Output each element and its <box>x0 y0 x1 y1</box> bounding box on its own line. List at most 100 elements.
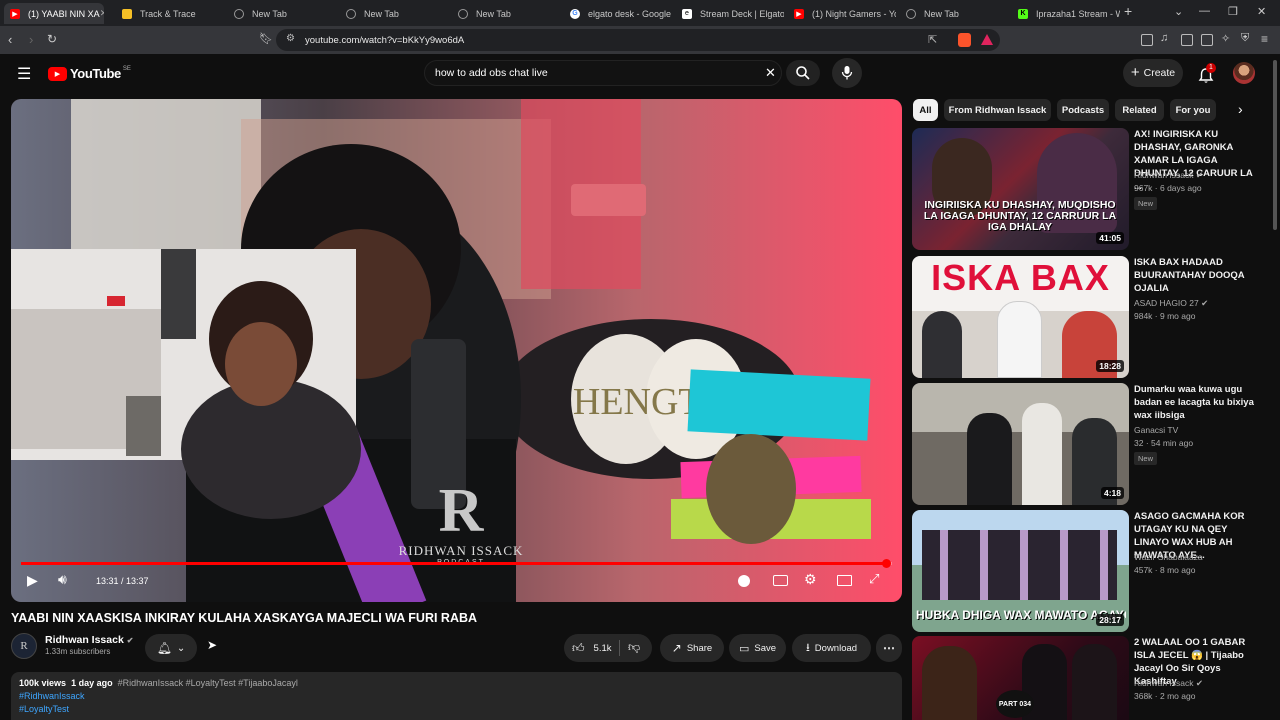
extensions-icon[interactable] <box>1141 34 1153 46</box>
duration-badge: 4:18 <box>1100 487 1124 499</box>
channel-name[interactable]: Ridhwan Issack <box>45 634 124 646</box>
search-box[interactable]: how to add obs chat live ✕ <box>424 60 782 86</box>
like-count[interactable]: 5.1k <box>594 643 612 654</box>
address-bar[interactable]: ⚙︎ youtube.com/watch?v=bKkYy9wo6dA ⇱ <box>276 29 1000 51</box>
description-box[interactable]: 100k views 1 day ago #RidhwanIssack #Loy… <box>11 672 902 720</box>
tab-label: Stream Deck | Elgato <box>700 8 784 19</box>
browser-tab[interactable]: ▶ (1) Night Gamers - Yo <box>788 3 896 24</box>
voice-search-button[interactable] <box>832 58 862 88</box>
view-count: 100k views <box>19 678 67 688</box>
wallet-icon[interactable] <box>1201 34 1213 46</box>
url-text[interactable]: youtube.com/watch?v=bKkYy9wo6dA <box>305 35 464 46</box>
video-thumbnail[interactable]: PART 034 <box>912 636 1129 720</box>
chip-related[interactable]: Related <box>1115 99 1164 121</box>
video-thumbnail[interactable]: 4:18 <box>912 383 1129 505</box>
search-input[interactable]: how to add obs chat live <box>435 67 548 79</box>
subtitles-icon[interactable] <box>773 575 788 586</box>
media-icon[interactable]: ♫ <box>1160 32 1168 44</box>
leo-icon[interactable]: ✧ <box>1221 32 1230 45</box>
browser-tab[interactable]: e Stream Deck | Elgato <box>676 3 784 24</box>
browser-tab[interactable]: G elgato desk - Google <box>564 3 672 24</box>
page-scrollbar[interactable] <box>1273 60 1277 230</box>
forward-icon[interactable]: › <box>29 32 33 47</box>
download-button[interactable]: ⭳ Download <box>792 634 871 662</box>
chevron-down-icon[interactable]: ⌄ <box>1174 5 1183 18</box>
play-icon[interactable]: ▶ <box>27 572 38 589</box>
hashtag-link[interactable]: #LoyaltyTest <box>19 703 894 716</box>
volume-icon[interactable]: 🔊︎ <box>58 571 67 588</box>
tab-label: New Tab <box>924 8 959 19</box>
tab-label: New Tab <box>476 8 511 19</box>
video-title[interactable]: ISKA BAX HADAAD BUURANTAHAY DOOQA OJALIA <box>1134 256 1262 295</box>
youtube-logo[interactable]: ▶ YouTube SE <box>48 66 131 81</box>
restore-icon[interactable]: ❐ <box>1228 5 1238 18</box>
recommended-video[interactable]: ISKA BAX 18:28 ISKA BAX HADAAD BUURANTAH… <box>912 256 1272 378</box>
hashtag-link[interactable]: #RidhwanIssack <box>19 690 894 703</box>
create-button[interactable]: + Create <box>1123 59 1183 87</box>
fullscreen-icon[interactable]: ⤢ <box>869 571 879 587</box>
notifications-button[interactable]: 1 <box>1197 63 1217 84</box>
menu-icon[interactable]: ≡ <box>1261 32 1268 46</box>
brave-rewards-icon[interactable] <box>981 34 993 45</box>
verified-icon: ✔︎ <box>1201 298 1209 308</box>
video-thumbnail[interactable]: ISKA BAX 18:28 <box>912 256 1129 378</box>
chip-for-you[interactable]: For you <box>1170 99 1216 121</box>
more-actions-button[interactable]: ⋯ <box>876 634 902 662</box>
video-meta: 984k · 9 mo ago <box>1134 311 1196 321</box>
close-window-icon[interactable]: ✕ <box>1257 5 1266 18</box>
browser-tab[interactable]: K Iprazaha1 Stream - W <box>1012 3 1120 24</box>
chevron-right-icon[interactable]: › <box>1238 101 1243 117</box>
duration-badge: 41:05 <box>1096 232 1124 244</box>
like-icon[interactable]: 👍︎ <box>572 641 585 656</box>
subscription-button[interactable]: 🔔︎ ⌄ <box>145 634 197 662</box>
theater-mode-icon[interactable] <box>837 575 852 586</box>
hamburger-menu-icon[interactable]: ☰ <box>17 64 31 84</box>
site-info-icon[interactable]: ⚙︎ <box>286 33 295 44</box>
region-code: SE <box>122 66 131 72</box>
create-label: Create <box>1143 67 1176 79</box>
sidebar-icon[interactable] <box>1181 34 1193 46</box>
download-label: Download <box>814 642 858 654</box>
reload-icon[interactable]: ↻ <box>47 32 57 46</box>
back-icon[interactable]: ‹ <box>8 32 12 47</box>
settings-icon[interactable]: ⚙︎ <box>804 571 817 588</box>
autoplay-toggle-icon[interactable] <box>738 575 750 587</box>
browser-tab[interactable]: New Tab <box>228 3 336 24</box>
channel-avatar[interactable]: R <box>11 633 37 659</box>
recommended-video[interactable]: 4:18 Dumarku waa kuwa ugu badan ee lacag… <box>912 383 1272 505</box>
vpn-icon[interactable]: ⛨ <box>1241 32 1249 45</box>
open-in-app-icon[interactable]: ⇱ <box>928 33 937 46</box>
browser-tab[interactable]: New Tab <box>900 3 1008 24</box>
bookmark-icon[interactable]: 🔖︎ <box>259 32 273 45</box>
browser-tab[interactable]: Track & Trace <box>116 3 224 24</box>
video-thumbnail[interactable]: HUBKA DHIGA WAX MAWATO AGAYO 28:17 <box>912 510 1129 632</box>
thumb-figure <box>1072 644 1117 720</box>
new-tab-icon[interactable]: + <box>1124 3 1132 19</box>
browser-tab[interactable]: New Tab <box>452 3 560 24</box>
recommended-video[interactable]: HUBKA DHIGA WAX MAWATO AGAYO 28:17 ASAGO… <box>912 510 1272 632</box>
dislike-icon[interactable]: 👎︎ <box>628 640 640 655</box>
video-player[interactable]: HENGTU R RIDHWAN ISSACK PODCAST <box>11 99 902 602</box>
browser-tab[interactable]: ▶ (1) YAABI NIN XA ✕ <box>4 3 104 24</box>
subscriber-count: 1.33m subscribers <box>45 647 111 656</box>
account-avatar[interactable] <box>1233 62 1255 84</box>
recommended-video[interactable]: INGIRIISKA KU DHASHAY, MUQDISHO LA IGAGA… <box>912 128 1272 250</box>
close-icon[interactable]: ✕ <box>100 8 104 19</box>
chip-from-channel[interactable]: From Ridhwan Issack <box>944 99 1051 121</box>
video-meta: 457k · 8 mo ago <box>1134 565 1196 575</box>
minimize-icon[interactable]: — <box>1199 5 1210 17</box>
brave-shield-icon[interactable] <box>958 33 971 47</box>
progress-track[interactable] <box>21 559 892 568</box>
browser-tab[interactable]: New Tab <box>340 3 448 24</box>
save-button[interactable]: ▭ Save <box>729 634 786 662</box>
video-title[interactable]: Dumarku waa kuwa ugu badan ee lacagta ku… <box>1134 383 1262 422</box>
chip-all[interactable]: All <box>913 99 938 121</box>
browser-tab-strip: ▶ (1) YAABI NIN XA ✕ Track & Trace New T… <box>0 0 1280 26</box>
globe-icon <box>906 8 916 19</box>
recommended-video[interactable]: PART 034 2 WALAAL OO 1 GABAR ISLA JECEL … <box>912 636 1272 720</box>
chip-podcasts[interactable]: Podcasts <box>1057 99 1109 121</box>
video-thumbnail[interactable]: INGIRIISKA KU DHASHAY, MUQDISHO LA IGAGA… <box>912 128 1129 250</box>
search-button[interactable] <box>786 60 820 86</box>
share-button[interactable]: ↗ Share <box>660 634 724 662</box>
clear-search-icon[interactable]: ✕ <box>765 65 776 81</box>
